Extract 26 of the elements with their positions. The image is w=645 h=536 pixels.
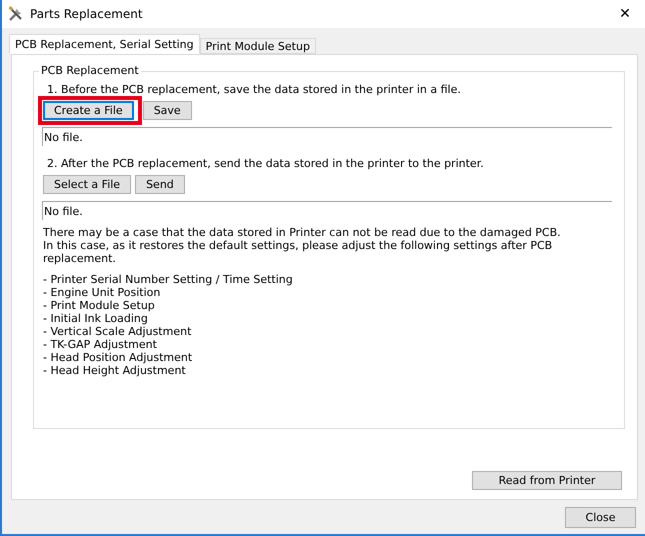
tab[interactable]: Print Module Setup (200, 38, 316, 54)
instruction-text: 2. After the PCB replacement, send the data stored in the printer to the printer. (47, 157, 485, 170)
tab[interactable]: PCB Replacement, Serial Setting (9, 34, 200, 54)
note-text: There may be a case that the data stored in Printer can not be read due to the damaged PCB. (43, 226, 562, 239)
settings-list-item: - Printer Serial Number Setting / Time Setting (43, 273, 294, 286)
action-button[interactable]: Create a File (43, 100, 134, 120)
action-button[interactable]: Send (135, 174, 185, 194)
note-text: In this case, as it restores the default settings, please adjust the following settings after PCB replacement. (43, 239, 554, 265)
close-dialog-button[interactable]: Close (565, 507, 636, 528)
settings-list-item: - Initial Ink Loading (43, 312, 149, 325)
settings-list-item: - TK-GAP Adjustment (43, 338, 158, 351)
read-from-printer-button[interactable]: Read from Printer (472, 471, 622, 490)
file-path-field: No file. (42, 127, 612, 146)
settings-list-item: - Head Height Adjustment (43, 364, 187, 377)
file-path-field: No file. (42, 201, 612, 220)
settings-list-item: - Head Position Adjustment (43, 351, 194, 364)
group-title: PCB Replacement (39, 64, 141, 77)
settings-list-item: - Vertical Scale Adjustment (43, 325, 192, 338)
action-button[interactable]: Save (142, 100, 192, 120)
action-button[interactable]: Select a File (43, 174, 132, 194)
tools-icon (8, 6, 24, 22)
instruction-text: 1. Before the PCB replacement, save the data stored in the printer in a file. (47, 83, 462, 96)
close-button[interactable]: ✕ (605, 0, 645, 28)
settings-list-item: - Engine Unit Position (43, 286, 162, 299)
window-title: Parts Replacement (30, 7, 144, 21)
settings-list-item: - Print Module Setup (43, 299, 156, 312)
